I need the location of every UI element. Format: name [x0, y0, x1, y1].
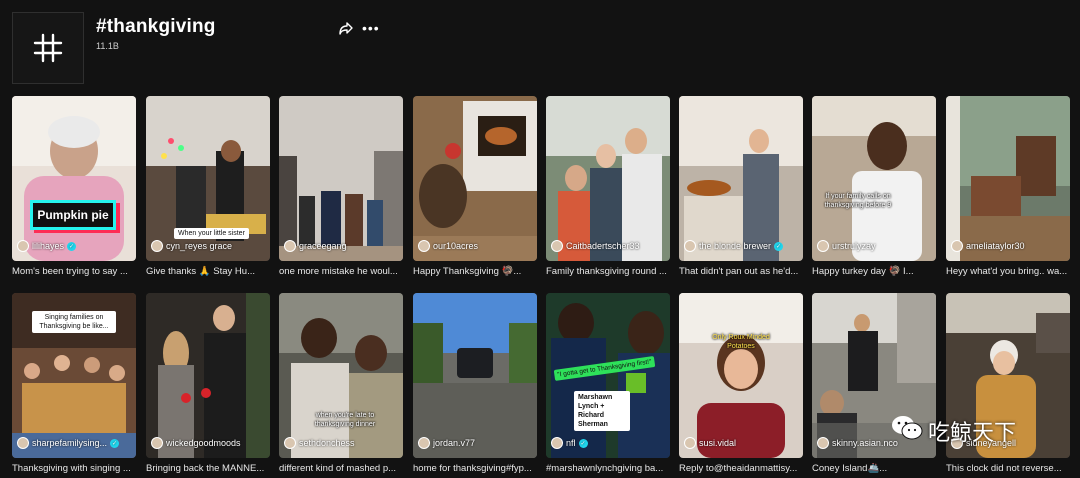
- video-author[interactable]: jordan.v77: [418, 437, 475, 449]
- video-caption[interactable]: That didn't pan out as he'd...: [679, 265, 803, 278]
- video-thumbnail[interactable]: "I gotta get to Thanksgiving first!" Mar…: [546, 293, 670, 458]
- video-author[interactable]: sharpefamilysing... ✓: [17, 437, 120, 449]
- video-thumbnail[interactable]: When your little sister cyn_reyes grace: [146, 96, 270, 261]
- avatar: [684, 240, 696, 252]
- video-author[interactable]: cyn_reyes grace: [151, 240, 232, 252]
- video-thumbnail[interactable]: jordan.v77: [413, 293, 537, 458]
- video-card[interactable]: our10acres Happy Thanksgiving 🦃...: [413, 96, 537, 278]
- avatar: [418, 437, 430, 449]
- avatar: [551, 437, 563, 449]
- video-author[interactable]: urstrulyzay: [817, 240, 876, 252]
- watermark-text: 吃鲸天下: [928, 420, 1017, 446]
- watermark: 吃鲸天下: [890, 414, 1016, 447]
- video-overlay-text: Pumpkin pie: [30, 200, 116, 230]
- hashtag-icon: [12, 12, 84, 84]
- avatar: [684, 437, 696, 449]
- video-card[interactable]: ameliataylor30 Heyy what'd you bring.. w…: [946, 96, 1070, 278]
- avatar: [951, 240, 963, 252]
- video-overlay-text: Singing families on Thanksgiving be like…: [32, 311, 116, 333]
- video-overlay-text: When your little sister: [174, 228, 249, 239]
- video-card[interactable]: Pumpkin pie lilihayes ✓ Mom's been trying…: [12, 96, 136, 278]
- avatar: [17, 437, 29, 449]
- verified-icon: ✓: [110, 438, 120, 448]
- video-caption[interactable]: home for thanksgiving#fyp...: [413, 462, 537, 475]
- avatar: [418, 240, 430, 252]
- video-card[interactable]: When your little sister cyn_reyes grace …: [146, 96, 270, 278]
- video-thumbnail[interactable]: Singing families on Thanksgiving be like…: [12, 293, 136, 458]
- video-card[interactable]: Only Roux Minded Potatoes susi.vidal Rep…: [679, 293, 803, 475]
- avatar: [551, 240, 563, 252]
- video-thumbnail[interactable]: wickedgoodmoods: [146, 293, 270, 458]
- video-card[interactable]: "I gotta get to Thanksgiving first!" Mar…: [546, 293, 670, 475]
- page-title: #thankgiving: [96, 16, 216, 37]
- verified-icon: ✓: [774, 241, 784, 251]
- video-caption[interactable]: one more mistake he woul...: [279, 265, 403, 278]
- video-thumbnail[interactable]: the blonde brewer ✓: [679, 96, 803, 261]
- share-icon[interactable]: [338, 20, 354, 36]
- video-caption[interactable]: This clock did not reverse...: [946, 462, 1070, 475]
- video-author[interactable]: Caitbadertscher33: [551, 240, 640, 252]
- video-author[interactable]: ameliataylor30: [951, 240, 1025, 252]
- video-thumbnail[interactable]: ameliataylor30: [946, 96, 1070, 261]
- video-caption[interactable]: Happy Thanksgiving 🦃...: [413, 265, 537, 278]
- video-thumbnail[interactable]: Pumpkin pie lilihayes ✓: [12, 96, 136, 261]
- verified-icon: ✓: [67, 241, 77, 251]
- video-author[interactable]: lilihayes ✓: [17, 240, 77, 252]
- video-caption[interactable]: Happy turkey day 🦃 I...: [812, 265, 936, 278]
- video-card[interactable]: when you're late to thanksgiving dinner …: [279, 293, 403, 475]
- video-overlay-text: Only Roux Minded Potatoes: [712, 334, 770, 350]
- avatar: [817, 437, 829, 449]
- video-caption[interactable]: Mom's been trying to say ...: [12, 265, 136, 278]
- avatar: [284, 437, 296, 449]
- video-card[interactable]: wickedgoodmoods Bringing back the MANNE.…: [146, 293, 270, 475]
- avatar: [151, 240, 163, 252]
- video-card[interactable]: graceegang one more mistake he woul...: [279, 96, 403, 278]
- video-caption[interactable]: Coney Island🚢...: [812, 462, 936, 475]
- video-thumbnail[interactable]: Only Roux Minded Potatoes susi.vidal: [679, 293, 803, 458]
- video-card[interactable]: If your family calls on thanksgiving bef…: [812, 96, 936, 278]
- video-author[interactable]: skinny.asian.nco: [817, 437, 898, 449]
- video-card[interactable]: Caitbadertscher33 Family thanksgiving ro…: [546, 96, 670, 278]
- wechat-icon: [890, 414, 924, 447]
- avatar: [817, 240, 829, 252]
- video-author[interactable]: graceegang: [284, 240, 347, 252]
- video-author[interactable]: the blonde brewer ✓: [684, 240, 784, 252]
- more-icon[interactable]: •••: [362, 21, 380, 35]
- video-author[interactable]: our10acres: [418, 240, 478, 252]
- video-caption[interactable]: Bringing back the MANNE...: [146, 462, 270, 475]
- video-caption[interactable]: different kind of mashed p...: [279, 462, 403, 475]
- video-caption[interactable]: Reply to@theaidanmattisy...: [679, 462, 803, 475]
- avatar: [17, 240, 29, 252]
- video-card[interactable]: Singing families on Thanksgiving be like…: [12, 293, 136, 475]
- video-caption[interactable]: #marshawnlynchgiving ba...: [546, 462, 670, 475]
- video-caption[interactable]: Heyy what'd you bring.. wa...: [946, 265, 1070, 278]
- video-thumbnail[interactable]: our10acres: [413, 96, 537, 261]
- video-thumbnail[interactable]: Caitbadertscher33: [546, 96, 670, 261]
- video-author[interactable]: nfl ✓: [551, 437, 588, 449]
- video-thumbnail[interactable]: If your family calls on thanksgiving bef…: [812, 96, 936, 261]
- video-thumbnail[interactable]: when you're late to thanksgiving dinner …: [279, 293, 403, 458]
- video-card[interactable]: the blonde brewer ✓ That didn't pan out a…: [679, 96, 803, 278]
- video-author[interactable]: susi.vidal: [684, 437, 736, 449]
- avatar: [151, 437, 163, 449]
- video-author[interactable]: sethdonchess: [284, 437, 355, 449]
- video-card[interactable]: jordan.v77 home for thanksgiving#fyp...: [413, 293, 537, 475]
- video-thumbnail[interactable]: graceegang: [279, 96, 403, 261]
- verified-icon: ✓: [578, 438, 588, 448]
- view-count: 11.1B: [96, 41, 119, 51]
- video-overlay-text: Marshawn Lynch + Richard Sherman: [574, 391, 630, 431]
- video-overlay-text: If your family calls on thanksgiving bef…: [824, 193, 892, 209]
- video-card[interactable]: skinny.asian.nco Coney Island🚢...: [812, 293, 936, 475]
- video-caption[interactable]: Family thanksgiving round ...: [546, 265, 670, 278]
- video-caption[interactable]: Give thanks 🙏 Stay Hu...: [146, 265, 270, 278]
- video-overlay-text: when you're late to thanksgiving dinner: [314, 412, 376, 428]
- video-caption[interactable]: Thanksgiving with singing ...: [12, 462, 136, 475]
- hashtag-header: #thankgiving 11.1B •••: [12, 12, 1072, 86]
- video-author[interactable]: wickedgoodmoods: [151, 437, 241, 449]
- avatar: [284, 240, 296, 252]
- video-card[interactable]: sidneyangell This clock did not reverse.…: [946, 293, 1070, 475]
